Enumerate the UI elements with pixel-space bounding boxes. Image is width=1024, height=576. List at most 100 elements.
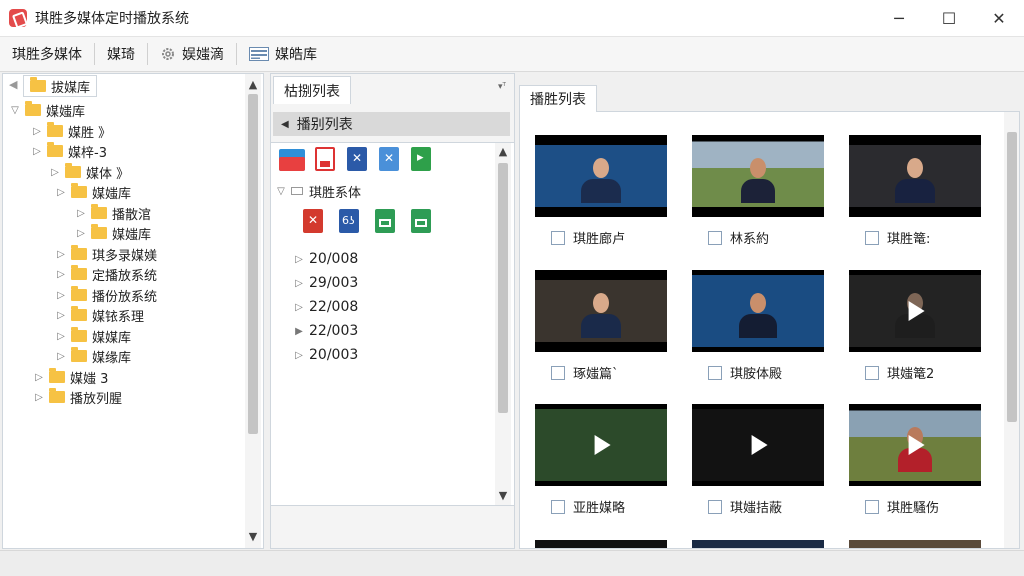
chevron-right-icon[interactable]: ▷ [75,208,87,219]
play-icon[interactable] [594,435,611,455]
toolbar-settings-button[interactable]: 娱媸滴 [152,40,232,68]
toolbar-library-button[interactable]: 媒皓库 [241,40,325,68]
chevron-right-icon[interactable]: ▷ [33,372,45,383]
video-thumbnail[interactable] [535,270,667,352]
scroll-down-icon[interactable]: ▼ [245,530,261,543]
video-thumbnail[interactable] [692,404,824,486]
video-file-icon[interactable]: ✕ [347,147,367,171]
sheet-file-icon[interactable] [411,209,431,233]
play-icon[interactable] [751,435,768,455]
video-checkbox[interactable] [708,365,722,380]
chevron-right-icon[interactable]: ▷ [55,187,67,198]
scroll-up-icon[interactable]: ▲ [245,78,261,91]
tree-root[interactable]: ▽ 媒媸库 [9,100,85,120]
tree-item[interactable]: ▷ 媒媸库 [55,182,131,202]
video-card[interactable]: 林系約 [692,135,824,247]
chevron-right-icon[interactable]: ▷ [293,278,305,289]
chevron-right-icon[interactable]: ▷ [55,269,67,280]
chevron-right-icon[interactable]: ▷ [55,331,67,342]
left-scrollbar[interactable]: ▲ ▼ [245,74,261,548]
video-thumbnail[interactable] [692,540,824,548]
chevron-right-icon[interactable]: ▷ [31,126,43,137]
video-thumbnail[interactable] [692,135,824,217]
play-icon[interactable] [908,435,925,455]
video-thumbnail[interactable] [849,270,981,352]
video-card[interactable]: 亚胜媒略 [535,404,667,516]
expand-arrow-icon[interactable]: ▽ [275,186,287,197]
toolbar-media-button[interactable]: 媒琦 [99,40,143,68]
scroll-thumb[interactable] [1007,132,1017,422]
video-card[interactable]: 琢媸篇` [535,270,667,382]
right-scrollbar[interactable] [1004,112,1019,548]
chevron-right-icon[interactable]: ▷ [55,310,67,321]
video-thumbnail[interactable] [849,404,981,486]
chevron-right-icon[interactable]: ▷ [33,392,45,403]
video-card[interactable]: 琪媸篭2 [849,270,981,382]
video-checkbox[interactable] [551,365,565,380]
toolbar-home-button[interactable]: 琪胜多媒体 [4,40,90,68]
video-thumbnail[interactable] [692,270,824,352]
video-card[interactable]: 琪胜廊卢 [535,135,667,247]
chevron-right-icon[interactable]: ▶ [293,326,305,337]
tree-header-tab[interactable]: 拔媒库 [23,75,98,97]
video-checkbox[interactable] [708,230,722,245]
date-item[interactable]: ▷ 20/003 [293,345,358,365]
video-checkbox[interactable] [708,499,722,514]
mid-scrollbar[interactable]: ▲ ▼ [495,143,511,505]
pin-icon[interactable]: ▾ᵀ [498,82,506,92]
close-button[interactable]: ✕ [974,0,1024,36]
video-thumbnail[interactable] [535,540,667,548]
video-checkbox[interactable] [865,365,879,380]
expand-arrow-icon[interactable]: ▽ [9,105,21,116]
tab-video-list[interactable]: 播胜列表 [519,85,597,112]
pdf-file-icon[interactable] [315,147,335,171]
scroll-thumb[interactable] [248,94,258,434]
tree-item[interactable]: ▷ 媒媸库 [75,223,151,243]
tree-item[interactable]: ▷ 媒媒库 [55,326,131,346]
video-thumbnail[interactable] [849,540,981,548]
word-file-icon[interactable]: 6ʖ [339,209,359,233]
date-item[interactable]: ▶ 22/003 [293,321,358,341]
pdf-file-icon[interactable]: ✕ [303,209,323,233]
minimize-button[interactable]: ─ [874,0,924,36]
chevron-right-icon[interactable]: ▷ [293,302,305,313]
video-card[interactable]: 琪胺体殿 [692,270,824,382]
tree-item[interactable]: ▷ 播份放系统 [55,285,157,305]
video-thumbnail[interactable] [535,135,667,217]
video-checkbox[interactable] [865,230,879,245]
video-checkbox[interactable] [551,230,565,245]
playlist-subheader[interactable]: ◀ 播别列表 [273,112,510,136]
image-file-icon[interactable]: ✕ [379,147,399,171]
maximize-button[interactable]: ☐ [924,0,974,36]
chevron-right-icon[interactable]: ▷ [293,254,305,265]
video-card[interactable]: 琪胜篭: [849,135,981,247]
chevron-right-icon[interactable]: ▷ [75,228,87,239]
tree-item[interactable]: ▷ 琪多录媒媄 [55,244,157,264]
playlist-folder[interactable]: ▽ 琪胜系体 [275,181,361,201]
audio-file-icon[interactable]: ▸ [411,147,431,171]
tree-item[interactable]: ▷ 媒梓-3 [31,141,107,161]
video-card[interactable]: 琪胜騷伤 [849,404,981,516]
chevron-right-icon[interactable]: ▷ [49,167,61,178]
chevron-right-icon[interactable]: ▷ [293,350,305,361]
chevron-right-icon[interactable]: ▷ [55,249,67,260]
scroll-down-icon[interactable]: ▼ [495,489,511,502]
date-item[interactable]: ▷ 20/008 [293,249,358,269]
tree-item[interactable]: ▷ 播散涫 [75,203,151,223]
tree-item[interactable]: ▷ 媒媸 3 [33,367,108,387]
date-item[interactable]: ▷ 29/003 [293,273,358,293]
chevron-right-icon[interactable]: ▷ [55,290,67,301]
tree-item[interactable]: ▷ 播放列腥 [33,387,122,407]
video-checkbox[interactable] [551,499,565,514]
video-thumbnail[interactable] [849,135,981,217]
folder-blue-icon[interactable] [279,149,305,171]
tree-item[interactable]: ▷ 媒缘库 [55,346,131,366]
scroll-up-icon[interactable]: ▲ [495,145,511,158]
video-thumbnail[interactable] [535,404,667,486]
tab-playlist[interactable]: 枯捌列表 [273,76,351,104]
video-checkbox[interactable] [865,499,879,514]
excel-file-icon[interactable] [375,209,395,233]
tree-item[interactable]: ▷ 定播放系统 [55,264,157,284]
video-card[interactable]: 琪媸拮蔽 [692,404,824,516]
collapse-left-icon[interactable]: ◀ [9,78,17,91]
